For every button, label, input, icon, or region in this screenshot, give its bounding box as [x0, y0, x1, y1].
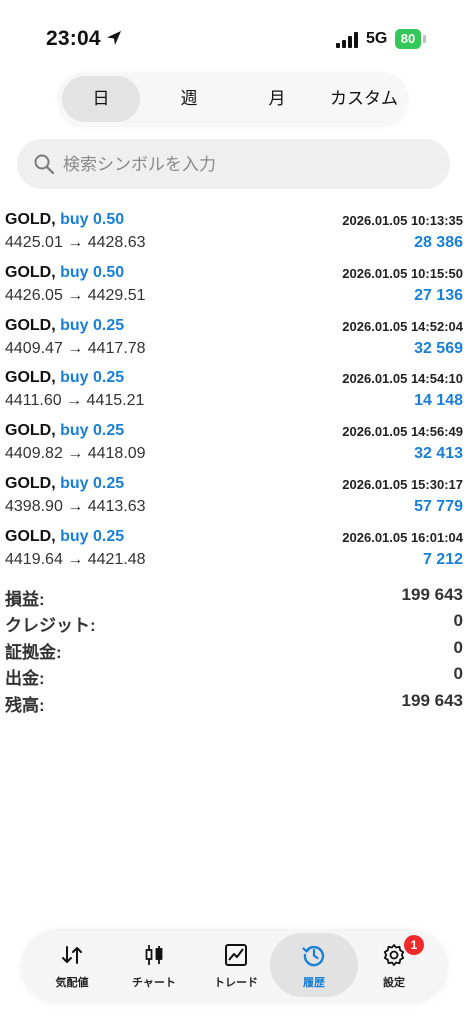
trade-datetime: 2026.01.05 10:15:50 — [342, 265, 463, 281]
trade-profit: 32 569 — [414, 339, 463, 357]
trade-datetime: 2026.01.05 10:13:35 — [342, 213, 463, 228]
tab-day[interactable]: 日 — [62, 76, 140, 122]
trade-datetime: 2026.01.05 14:54:10 — [342, 371, 463, 387]
gear-icon — [383, 944, 405, 966]
tab-week[interactable]: 週 — [150, 76, 228, 122]
trade-symbol-line: GOLD, buy 0.25 — [5, 475, 124, 493]
trade-side: buy 0.25 — [60, 369, 125, 387]
trade-prices: 4409.47 → 4417.78 — [5, 339, 146, 357]
status-time: 23:04 — [46, 27, 101, 50]
battery-tip — [423, 35, 426, 43]
tab-month[interactable]: 月 — [238, 76, 316, 122]
trade-symbol-line: GOLD, buy 0.25 — [5, 317, 124, 335]
nav-quotes[interactable]: 気配値 — [30, 929, 114, 1001]
trade-symbol-line: GOLD, buy 0.50 — [5, 211, 124, 229]
summary-row-profit: 損益: 199 643 — [0, 583, 469, 609]
notification-badge: 1 — [404, 935, 424, 955]
trade-datetime: 2026.01.05 15:30:17 — [342, 476, 463, 492]
trade-prices: 4419.64 → 4421.48 — [5, 550, 146, 568]
summary-label: 残高: — [5, 695, 45, 715]
trades-list: GOLD, buy 0.50 2026.01.05 10:13:35 4425.… — [0, 206, 469, 576]
trade-profit: 28 386 — [414, 234, 463, 251]
nav-settings[interactable]: 1 設定 — [352, 929, 436, 1001]
trade-symbol-line: GOLD, buy 0.25 — [5, 422, 124, 440]
trade-profit: 7 212 — [422, 550, 463, 568]
trade-side: buy 0.25 — [60, 527, 125, 545]
candlestick-chart-icon — [145, 945, 163, 965]
trade-prices: 4398.90 → 4413.63 — [5, 497, 146, 515]
summary-row-margin: 証拠金: 0 — [0, 636, 469, 662]
summary-row-credit: クレジット: 0 — [0, 609, 469, 635]
nav-label: 履歴 — [303, 977, 325, 989]
trade-prices: 4409.82 → 4418.09 — [5, 445, 146, 463]
status-bar: 23:04 5G 80 — [0, 0, 469, 70]
trade-symbol: GOLD, — [5, 263, 56, 281]
summary-value: 0 — [453, 664, 463, 684]
trade-symbol-line: GOLD, buy 0.25 — [5, 369, 124, 387]
trade-datetime: 2026.01.05 14:56:49 — [342, 424, 463, 440]
trade-symbol: GOLD, — [5, 316, 56, 334]
search-input[interactable] — [61, 139, 445, 191]
signal-bars-icon — [336, 32, 358, 48]
trade-row[interactable]: GOLD, buy 0.50 2026.01.05 10:15:50 4426.… — [0, 259, 469, 312]
quotes-arrows-icon — [62, 946, 82, 964]
trade-row[interactable]: GOLD, buy 0.25 2026.01.05 15:30:17 4398.… — [0, 470, 469, 523]
battery-indicator: 80 — [395, 29, 421, 49]
trade-symbol: GOLD, — [5, 422, 56, 440]
trade-profit: 14 148 — [414, 392, 463, 410]
nav-trade[interactable]: トレード — [194, 929, 278, 1001]
summary-row-balance: 残高: 199 643 — [0, 689, 469, 715]
trade-symbol-line: GOLD, buy 0.25 — [5, 528, 124, 546]
trade-symbol: GOLD, — [5, 369, 56, 387]
nav-history[interactable]: 履歴 — [270, 929, 358, 1001]
trade-row[interactable]: GOLD, buy 0.25 2026.01.05 14:56:49 4409.… — [0, 417, 469, 470]
location-arrow-icon — [107, 31, 121, 45]
summary-label: 出金: — [5, 669, 45, 689]
trade-symbol: GOLD, — [5, 527, 56, 545]
tab-custom[interactable]: カスタム — [320, 76, 408, 122]
period-tabs: 日 週 月 カスタム — [58, 72, 408, 126]
trade-side: buy 0.25 — [60, 422, 125, 440]
search-icon — [34, 154, 55, 175]
trade-prices: 4426.05 → 4429.51 — [5, 286, 146, 304]
summary-value: 199 643 — [401, 585, 463, 604]
history-clock-icon — [302, 945, 325, 967]
summary-value: 0 — [453, 637, 463, 657]
bottom-nav: 気配値 チャート トレード 履歴 1 設定 — [22, 929, 447, 1001]
nav-label: 気配値 — [55, 977, 89, 989]
nav-chart[interactable]: チャート — [112, 929, 196, 1001]
trade-prices: 4411.60 → 4415.21 — [5, 392, 145, 410]
nav-label: 設定 — [383, 977, 405, 989]
network-type: 5G — [366, 30, 388, 47]
trade-row[interactable]: GOLD, buy 0.25 2026.01.05 14:54:10 4411.… — [0, 364, 469, 417]
trade-datetime: 2026.01.05 14:52:04 — [342, 318, 463, 334]
summary-label: 損益: — [5, 590, 45, 609]
summary-label: 証拠金: — [5, 642, 62, 662]
trade-side: buy 0.25 — [60, 316, 125, 334]
summary-value: 199 643 — [401, 690, 463, 710]
trade-profit: 57 779 — [414, 497, 463, 515]
summary-value: 0 — [453, 611, 463, 631]
summary-row-withdrawal: 出金: 0 — [0, 662, 469, 688]
trade-symbol: GOLD, — [5, 211, 56, 228]
nav-label: トレード — [214, 977, 258, 989]
search-bar — [17, 139, 450, 191]
trade-profit: 27 136 — [414, 286, 463, 304]
trade-side: buy 0.50 — [60, 263, 125, 281]
account-summary: 損益: 199 643 クレジット: 0 証拠金: 0 出金: 0 残高: 19… — [0, 583, 469, 715]
trade-datetime: 2026.01.05 16:01:04 — [342, 529, 463, 545]
trade-side: buy 0.25 — [60, 474, 125, 492]
trade-row[interactable]: GOLD, buy 0.50 2026.01.05 10:13:35 4425.… — [0, 206, 469, 259]
trade-row[interactable]: GOLD, buy 0.25 2026.01.05 16:01:04 4419.… — [0, 523, 469, 576]
trade-symbol-line: GOLD, buy 0.50 — [5, 264, 124, 282]
trade-side: buy 0.50 — [60, 211, 125, 228]
trade-prices: 4425.01 → 4428.63 — [5, 234, 146, 251]
trade-symbol: GOLD, — [5, 474, 56, 492]
trade-row[interactable]: GOLD, buy 0.25 2026.01.05 14:52:04 4409.… — [0, 312, 469, 365]
trade-chart-icon — [225, 944, 247, 966]
trade-profit: 32 413 — [414, 445, 463, 463]
summary-label: クレジット: — [5, 616, 96, 636]
nav-label: チャート — [132, 977, 176, 989]
